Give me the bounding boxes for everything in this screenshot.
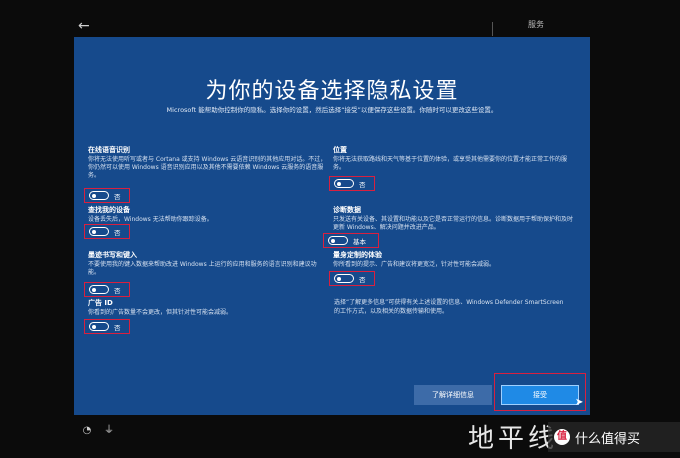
setting-title: 查找我的设备 [88,206,130,214]
switch-off[interactable] [334,274,354,283]
setting-description: 你将无法使用听写或者与 Cortana 或支持 Windows 云语音识别的其他… [88,156,327,179]
toggle-ad-id[interactable]: 否 [84,319,130,334]
switch-off[interactable] [89,227,109,236]
toggle-state: 否 [359,275,366,284]
switch-off[interactable] [89,285,109,294]
top-bar: ← 服务 [0,0,680,40]
setting-description: 你所看到的提示、广告和建议将更宽泛，针对性可能会减弱。 [333,261,496,268]
toggle-tailored[interactable]: 否 [329,271,375,286]
switch-off[interactable] [89,191,109,200]
switch-off[interactable] [328,236,348,245]
toggle-state: 否 [359,180,366,189]
setting-description: 设备丢失后，Windows 无法帮助你跟踪设备。 [88,216,213,223]
toggle-location[interactable]: 否 [329,176,375,191]
setting-description: 你看到的广告数量不会更改，但其针对性可能会减弱。 [88,309,233,316]
setting-title: 诊断数据 [333,206,361,214]
setting-description: 不要使用我的键入数据来帮助改进 Windows 上运行的应用和服务的语言识别和建… [88,261,317,276]
page-subtitle: Microsoft 能帮助你控制你的隐私。选择你的设置，然后选择“接受”以便保存… [166,106,498,114]
switch-off[interactable] [334,179,354,188]
learn-more-note: 选择“了解更多信息”可获得有关上述设置的信息、Windows Defender … [334,299,564,315]
switch-off[interactable] [89,322,109,331]
toggle-state: 基本 [353,237,366,246]
toggle-state: 否 [114,323,121,332]
badge-text: 什么值得买 [575,431,641,447]
privacy-settings-panel: 为你的设备选择隐私设置 Microsoft 能帮助你控制你的隐私。选择你的设置，… [74,37,590,415]
toggle-inking[interactable]: 否 [84,282,130,297]
setting-tailored: 量身定制的体验 你所看到的提示、广告和建议将更宽泛，针对性可能会减弱。 [333,251,578,269]
setting-title: 广告 ID [88,299,113,307]
toggle-diagnostics[interactable]: 基本 [323,233,379,248]
toggle-state: 否 [114,286,121,295]
setting-description: 你将无法获取路线和天气等基于位置的体验，或享受其他需要你的位置才能正常工作的服务… [333,156,568,171]
divider [492,22,493,36]
setting-title: 位置 [333,146,347,154]
setting-title: 量身定制的体验 [333,251,382,259]
accept-button[interactable]: 接受 [501,385,579,405]
toggle-find-device[interactable]: 否 [84,224,130,239]
toggle-state: 否 [114,192,121,201]
learn-more-button[interactable]: 了解详细信息 [414,385,492,405]
toggle-speech[interactable]: 否 [84,188,130,203]
setting-description: 只发送有关设备、其设置和功能以及它是否正常运行的信息。诊断数据用于帮助保护和及时… [333,216,574,231]
watermark-text: 地平线 [468,424,559,454]
setting-inking: 墨迹书写和键入 不要使用我的键入数据来帮助改进 Windows 上运行的应用和服… [88,251,328,277]
setting-title: 墨迹书写和键入 [88,251,137,259]
ease-of-access-icon[interactable]: ◔ [80,424,94,438]
back-arrow-icon[interactable]: ← [78,18,94,34]
mouse-cursor-icon: ➤ [575,397,584,408]
setting-title: 在线语音识别 [88,146,130,154]
page-title: 为你的设备选择隐私设置 [205,79,459,104]
setting-diagnostics: 诊断数据 只发送有关设备、其设置和功能以及它是否正常运行的信息。诊断数据用于帮助… [333,206,578,232]
watermark-badge: 值 什么值得买 [548,422,680,452]
microphone-icon[interactable]: ⏚ [102,424,116,438]
badge-logo-icon: 值 [554,429,570,445]
toggle-state: 否 [114,228,121,237]
setting-location: 位置 你将无法获取路线和天气等基于位置的体验，或享受其他需要你的位置才能正常工作… [333,146,578,172]
setting-speech: 在线语音识别 你将无法使用听写或者与 Cortana 或支持 Windows 云… [88,146,328,180]
section-label: 服务 [528,20,544,29]
setting-ad-id: 广告 ID 你看到的广告数量不会更改，但其针对性可能会减弱。 [88,299,328,317]
setting-find-device: 查找我的设备 设备丢失后，Windows 无法帮助你跟踪设备。 [88,206,328,224]
